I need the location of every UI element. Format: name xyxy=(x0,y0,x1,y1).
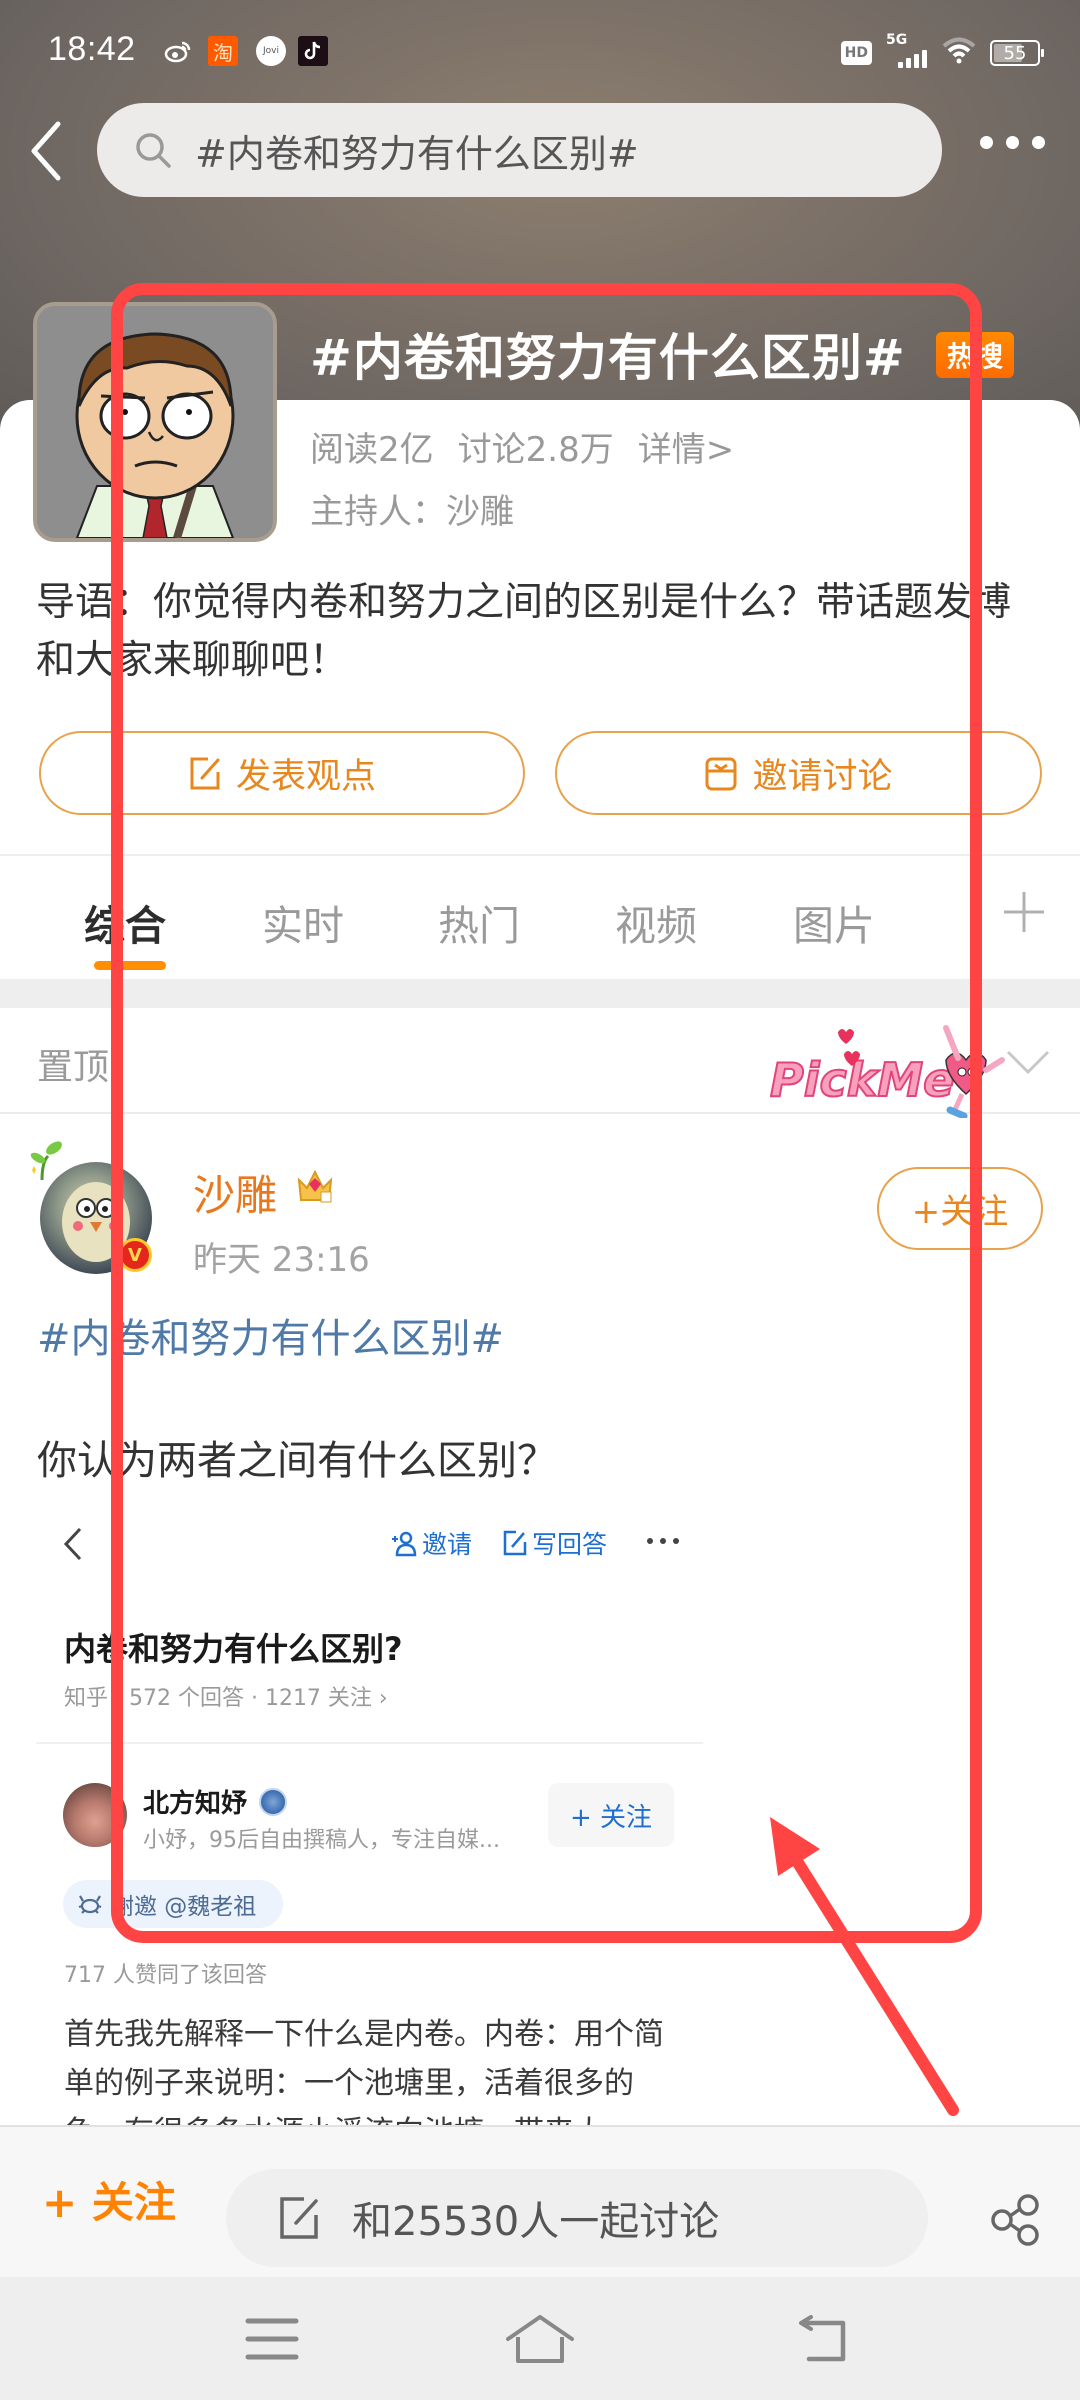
chevron-left-icon xyxy=(31,121,61,181)
status-bar: 18:42 淘 Jovi HD 5G 55 xyxy=(0,22,1080,82)
jovi-icon: Jovi xyxy=(256,36,286,66)
zhihu-invite-label: 邀请 xyxy=(422,1530,473,1559)
taobao-icon: 淘 xyxy=(208,36,238,66)
zhihu-invite: 邀请 xyxy=(390,1525,472,1561)
pinned-label: 置顶 xyxy=(37,1047,110,1088)
zhihu-write-answer: 写回答 xyxy=(502,1525,607,1561)
discuss-placeholder: 和25530人一起讨论 xyxy=(352,2199,720,2245)
topic-title: #内卷和努力有什么区别# xyxy=(310,329,906,387)
edit-icon xyxy=(190,757,220,790)
post-author-name[interactable]: 沙雕 xyxy=(193,1162,277,1223)
zhihu-like-count: 717 人赞同了该回答 xyxy=(64,1963,267,1988)
status-time: 18:42 xyxy=(48,30,136,68)
back-button[interactable] xyxy=(26,118,66,184)
tab-hot[interactable]: 热门 xyxy=(438,892,520,952)
battery-icon: 55 xyxy=(990,40,1044,66)
follow-topic-button[interactable]: + 关注 xyxy=(42,2169,176,2230)
invite-discussion-label: 邀请讨论 xyxy=(752,756,893,797)
tab-images[interactable]: 图片 xyxy=(793,892,875,952)
bottom-action-bar: + 关注 和25530人一起讨论 xyxy=(0,2125,1080,2277)
zhihu-write-answer-label: 写回答 xyxy=(532,1530,608,1559)
zhihu-divider xyxy=(36,1742,703,1744)
zhihu-follow-button: + 关注 xyxy=(548,1783,674,1847)
active-tab-indicator xyxy=(94,961,166,970)
recent-apps-icon[interactable] xyxy=(244,2315,300,2363)
zhihu-thanks-tag: 谢邀 @魏老祖 xyxy=(63,1880,283,1928)
topic-avatar xyxy=(33,302,277,542)
post-timestamp: 昨天 23:16 xyxy=(193,1240,370,1280)
status-indicators: HD 5G 55 xyxy=(840,32,1044,70)
invite-envelope-icon xyxy=(705,757,737,791)
search-input[interactable]: #内卷和努力有什么区别# xyxy=(97,103,942,197)
cartoon-character-image xyxy=(37,306,273,538)
tiktok-icon xyxy=(298,36,328,66)
invite-discussion-button[interactable]: 邀请讨论 xyxy=(555,731,1042,815)
pinned-section[interactable]: 置顶 PickMe xyxy=(0,1008,1080,1118)
cellular-signal-icon: 5G xyxy=(886,32,928,70)
read-count: 阅读2亿 xyxy=(310,430,434,470)
tab-bar: 综合 实时 热门 视频 图片 xyxy=(0,856,1080,979)
verified-badge: V xyxy=(118,1238,152,1272)
section-spacer xyxy=(0,979,1080,1008)
weibo-icon xyxy=(163,36,193,66)
more-options-button[interactable] xyxy=(980,136,1045,149)
zhihu-question-title: 内卷和努力有什么区别? xyxy=(64,1630,403,1668)
edit-icon xyxy=(503,1530,527,1556)
details-link[interactable]: 详情> xyxy=(638,430,735,470)
zhihu-thanks-label: 谢邀 @魏老祖 xyxy=(111,1894,257,1920)
back-nav-icon[interactable] xyxy=(797,2315,853,2363)
discussion-count: 讨论2.8万 xyxy=(457,430,614,470)
topic-intro: 导语：你觉得内卷和努力之间的区别是什么？带话题发博和大家来聊聊吧！ xyxy=(36,580,1012,683)
zhihu-back-icon xyxy=(63,1527,82,1561)
post-opinion-label: 发表观点 xyxy=(235,756,376,797)
zhihu-author: 北方知妤 xyxy=(143,1783,288,1820)
post-hashtag-link[interactable]: #内卷和努力有什么区别# xyxy=(37,1306,504,1364)
home-icon[interactable] xyxy=(504,2315,576,2363)
search-icon xyxy=(136,133,171,168)
post-author-avatar[interactable]: V xyxy=(26,1136,166,1276)
zhihu-author-name: 北方知妤 xyxy=(143,1789,248,1819)
tab-realtime[interactable]: 实时 xyxy=(262,892,344,952)
system-navigation-bar xyxy=(0,2277,1080,2400)
add-tab-icon[interactable] xyxy=(1002,890,1046,934)
zhihu-more-icon xyxy=(647,1538,679,1544)
crab-icon xyxy=(78,1895,102,1914)
zhihu-question-meta: 知乎 · 572 个回答 · 1217 关注 › xyxy=(64,1686,388,1711)
follow-author-button[interactable]: +关注 xyxy=(877,1167,1043,1250)
chevron-down-icon[interactable] xyxy=(1004,1048,1052,1076)
annotation-arrow xyxy=(770,1817,959,2116)
vip-crown-icon xyxy=(297,1169,333,1203)
post-body-text: 你认为两者之间有什么区别？ xyxy=(37,1438,557,1484)
sticker-text: PickMe xyxy=(770,1053,954,1107)
zhihu-creator-badge-icon xyxy=(259,1787,288,1816)
tab-comprehensive[interactable]: 综合 xyxy=(84,892,166,952)
zhihu-author-avatar xyxy=(63,1783,127,1847)
pickme-sticker: PickMe xyxy=(769,1025,1005,1118)
post-opinion-button[interactable]: 发表观点 xyxy=(39,731,525,815)
topic-host: 主持人：沙雕 xyxy=(310,492,514,532)
topic-stats: 阅读2亿 讨论2.8万 详情> xyxy=(310,422,758,471)
hot-search-badge: 热搜 xyxy=(936,332,1014,378)
battery-level: 55 xyxy=(1003,42,1027,64)
compose-icon xyxy=(280,2197,318,2239)
network-type: 5G xyxy=(886,32,908,48)
discuss-input[interactable]: 和25530人一起讨论 xyxy=(226,2169,928,2267)
zhihu-author-bio: 小妤，95后自由撰稿人，专注自媒... xyxy=(143,1828,500,1853)
zhihu-answer-text: 首先我先解释一下什么是内卷。内卷：用个简单的例子来说明：一个池塘里，活着很多的鱼… xyxy=(64,2017,664,2125)
tab-video[interactable]: 视频 xyxy=(615,892,697,952)
wifi-icon xyxy=(942,36,976,70)
add-person-icon xyxy=(392,1531,417,1557)
search-query: #内卷和努力有什么区别# xyxy=(195,131,639,176)
share-icon[interactable] xyxy=(990,2194,1040,2246)
hd-voice-icon: HD xyxy=(840,41,872,65)
